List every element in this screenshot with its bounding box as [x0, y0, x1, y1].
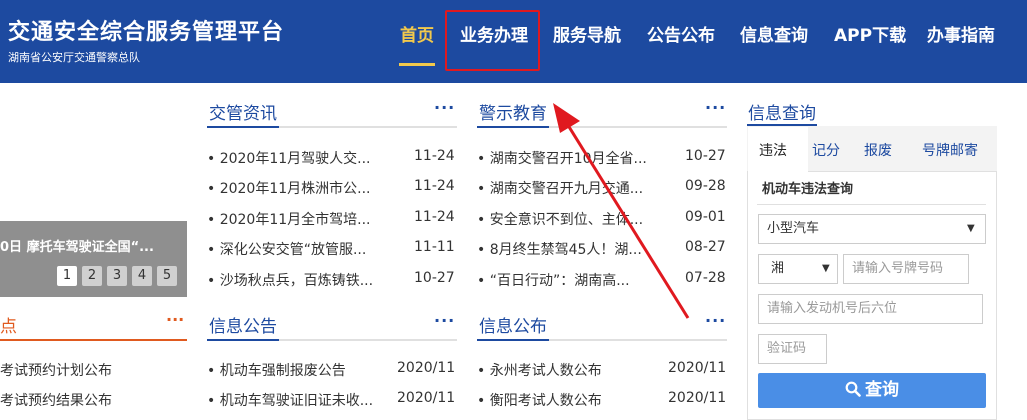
news-date: 11-24 — [414, 209, 455, 225]
chevron-down-icon: ▼ — [822, 263, 830, 274]
tab-points[interactable]: 记分 — [812, 140, 840, 160]
warning-item[interactable]: • 湖南交警召开10月全省... — [477, 148, 647, 168]
notice-divider-accent — [207, 339, 279, 341]
nav-announcements[interactable]: 公告公布 — [647, 21, 715, 46]
news-title[interactable]: 交管资讯 — [209, 99, 277, 124]
nav-app-download[interactable]: APP下载 — [834, 21, 906, 46]
publish-date: 2020/11 — [668, 360, 727, 376]
left-section-title: 点 — [0, 317, 17, 337]
banner-page-1[interactable]: 1 — [57, 266, 77, 286]
nav-guide[interactable]: 办事指南 — [927, 21, 995, 46]
notice-date: 2020/11 — [397, 360, 456, 376]
publish-item[interactable]: • 永州考试人数公布 — [477, 360, 602, 380]
form-title: 机动车违法查询 — [762, 182, 854, 197]
left-section-divider — [0, 339, 187, 341]
query-button-label: 查询 — [865, 380, 899, 400]
list-item[interactable]: 考试预约结果公布 — [0, 390, 112, 410]
publish-date: 2020/11 — [668, 390, 727, 406]
news-more-link[interactable]: ··· — [434, 98, 455, 117]
query-title[interactable]: 信息查询 — [748, 99, 816, 124]
tab-plate-mail[interactable]: 号牌邮寄 — [922, 140, 978, 160]
news-item[interactable]: • 沙场秋点兵，百炼铸铁... — [207, 270, 373, 290]
news-date: 11-24 — [414, 178, 455, 194]
banner-page-4[interactable]: 4 — [132, 266, 152, 286]
vehicle-type-select[interactable]: 小型汽车 — [758, 214, 986, 244]
warning-date: 07-28 — [685, 270, 726, 286]
tab-violation[interactable]: 违法 — [759, 140, 787, 160]
news-item[interactable]: • 2020年11月株洲市公... — [207, 178, 371, 198]
news-item[interactable]: • 深化公安交管“放管服... — [207, 239, 366, 259]
publish-item[interactable]: • 衡阳考试人数公布 — [477, 390, 602, 410]
warning-item[interactable]: • 湖南交警召开九月交通... — [477, 178, 643, 198]
site-subtitle: 湖南省公安厅交通警察总队 — [8, 51, 140, 64]
warning-date: 09-01 — [685, 209, 726, 225]
warning-item[interactable]: • 8月终生禁驾45人！湖... — [477, 239, 642, 259]
publish-title[interactable]: 信息公布 — [479, 312, 547, 337]
banner-page-5[interactable]: 5 — [157, 266, 177, 286]
warning-more-link[interactable]: ··· — [705, 98, 726, 117]
publish-divider-accent — [477, 339, 549, 341]
news-item[interactable]: • 2020年11月驾驶人交... — [207, 148, 371, 168]
query-button[interactable]: 查询 — [758, 373, 986, 408]
search-icon — [845, 381, 861, 397]
nav-home[interactable]: 首页 — [400, 21, 434, 46]
warning-divider-accent — [477, 126, 549, 128]
notice-more-link[interactable]: ··· — [434, 311, 455, 330]
engine-number-input[interactable]: 请输入发动机号后六位 — [758, 294, 983, 324]
publish-more-link[interactable]: ··· — [705, 311, 726, 330]
news-date: 11-11 — [414, 239, 455, 255]
warning-item[interactable]: • 安全意识不到位、主体... — [477, 209, 643, 229]
list-item[interactable]: 考试预约计划公布 — [0, 360, 112, 380]
notice-title[interactable]: 信息公告 — [209, 312, 277, 337]
notice-date: 2020/11 — [397, 390, 456, 406]
warning-date: 08-27 — [685, 239, 726, 255]
news-divider-accent — [207, 126, 279, 128]
captcha-input[interactable]: 验证码 — [758, 334, 827, 364]
warning-date: 09-28 — [685, 178, 726, 194]
nav-service-guide[interactable]: 服务导航 — [553, 21, 621, 46]
banner-page-2[interactable]: 2 — [82, 266, 102, 286]
highlight-box — [445, 10, 540, 71]
tab-scrap[interactable]: 报废 — [864, 140, 892, 160]
site-title[interactable]: 交通安全综合服务管理平台 — [8, 14, 284, 46]
nav-info-query[interactable]: 信息查询 — [740, 21, 808, 46]
notice-item[interactable]: • 机动车强制报废公告 — [207, 360, 346, 380]
news-item[interactable]: • 2020年11月全市驾培... — [207, 209, 371, 229]
banner-caption[interactable]: 0日 摩托车驾驶证全国“... — [0, 236, 154, 255]
warning-item[interactable]: • “百日行动”：湖南高... — [477, 270, 630, 290]
news-date: 10-27 — [414, 270, 455, 286]
plate-number-input[interactable]: 请输入号牌号码 — [843, 254, 969, 284]
banner-page-3[interactable]: 3 — [107, 266, 127, 286]
warning-title[interactable]: 警示教育 — [479, 99, 547, 124]
chevron-down-icon: ▼ — [967, 223, 975, 234]
form-divider — [757, 204, 986, 205]
warning-date: 10-27 — [685, 148, 726, 164]
left-more-link[interactable]: ··· — [166, 310, 184, 329]
nav-active-underline — [399, 63, 435, 66]
notice-item[interactable]: • 机动车驾驶证旧证未收... — [207, 390, 373, 410]
news-date: 11-24 — [414, 148, 455, 164]
